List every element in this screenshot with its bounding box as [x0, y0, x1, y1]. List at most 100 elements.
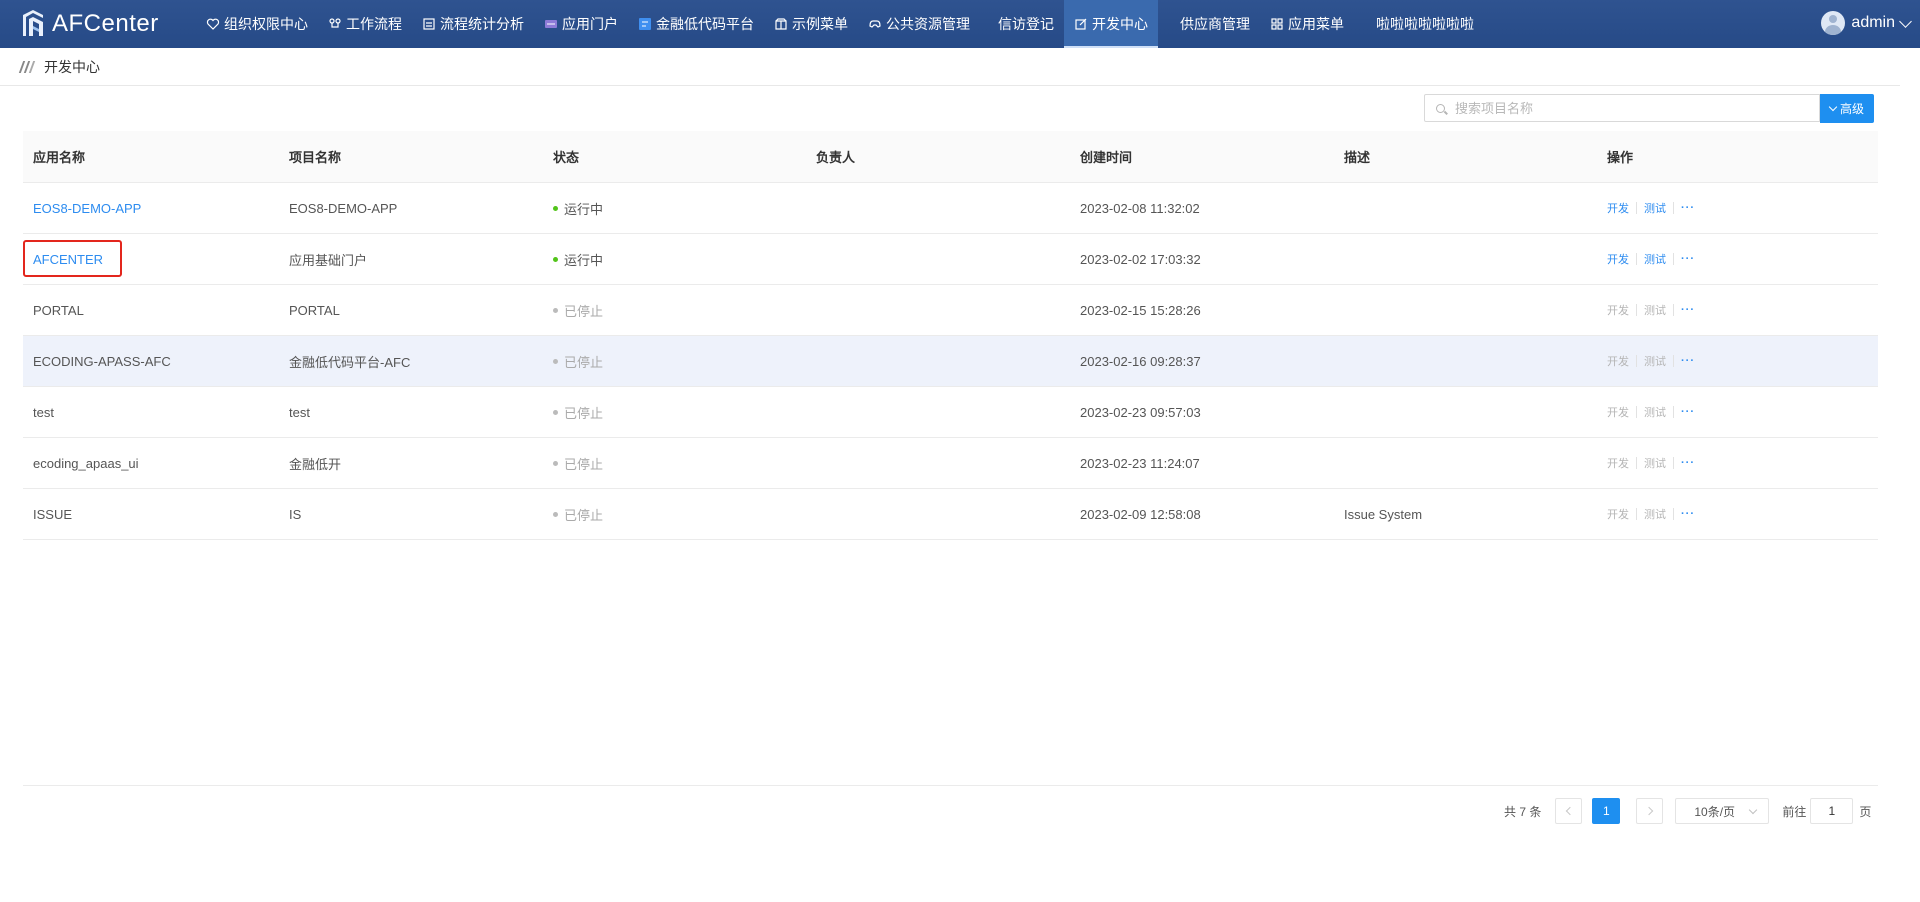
divider [1636, 304, 1637, 316]
status-dot-icon [553, 460, 558, 466]
divider [1673, 253, 1674, 265]
more-icon[interactable]: ··· [1681, 355, 1695, 367]
user-menu[interactable]: admin [1821, 11, 1912, 35]
search-input[interactable] [1453, 99, 1817, 117]
project-name: IS [289, 506, 302, 522]
more-icon[interactable]: ··· [1681, 406, 1695, 418]
advanced-label: 高级 [1839, 102, 1864, 116]
breadcrumb: 开发中心 [0, 48, 1900, 86]
nav-item-6[interactable]: 公共资源管理 [858, 0, 980, 48]
chevron-right-icon [1644, 806, 1654, 816]
page-1-button[interactable]: 1 [1592, 798, 1621, 824]
nav-item-9[interactable]: 供应商管理 [1158, 0, 1260, 48]
table-row[interactable]: test test 已停止 2023-02-23 09:57:03 开发 测试 … [23, 387, 1878, 438]
divider [1636, 355, 1637, 367]
created-time: 2023-02-15 15:28:26 [1080, 302, 1201, 318]
dev-button[interactable]: 开发 [1607, 404, 1629, 420]
page-size-value: 10条/页 [1694, 804, 1736, 819]
nav-item-11[interactable]: 啦啦啦啦啦啦啦 [1354, 0, 1484, 48]
app-name-link[interactable]: AFCENTER [33, 252, 103, 267]
app-name-link[interactable]: EOS8-DEMO-APP [33, 201, 141, 216]
nav-item-1[interactable]: 工作流程 [318, 0, 412, 48]
nav-item-7[interactable]: 信访登记 [980, 0, 1064, 48]
more-icon[interactable]: ··· [1681, 253, 1695, 265]
status-badge: 已停止 [553, 454, 806, 473]
page-size-select[interactable]: 10条/页 [1675, 798, 1770, 824]
more-icon[interactable]: ··· [1681, 202, 1695, 214]
status-dot-icon [553, 358, 558, 364]
nav-item-4[interactable]: 金融低代码平台 [628, 0, 764, 48]
logo-icon [23, 10, 43, 36]
status-dot-icon [553, 307, 558, 313]
divider [1673, 202, 1674, 214]
nav-item-label: 流程统计分析 [440, 16, 524, 32]
divider [1673, 457, 1674, 469]
page-unit: 页 [1859, 804, 1872, 819]
col-owner: 负责人 [816, 150, 856, 165]
test-button[interactable]: 测试 [1644, 302, 1666, 318]
goto-label: 前往 [1782, 804, 1807, 819]
created-time: 2023-02-02 17:03:32 [1080, 251, 1201, 267]
nav-item-label: 示例菜单 [792, 16, 848, 32]
description: Issue System [1344, 506, 1423, 522]
table-row[interactable]: ISSUE IS 已停止 2023-02-09 12:58:08 Issue S… [23, 489, 1878, 540]
dev-button[interactable]: 开发 [1607, 251, 1629, 267]
nav-item-5[interactable]: 示例菜单 [764, 0, 858, 48]
table-row[interactable]: ecoding_apaas_ui 金融低开 已停止 2023-02-23 11:… [23, 438, 1878, 489]
divider [1636, 406, 1637, 418]
more-icon[interactable]: ··· [1681, 508, 1695, 520]
app-name-link: ECODING-APASS-AFC [33, 353, 171, 369]
more-icon[interactable]: ··· [1681, 457, 1695, 469]
nav-item-8[interactable]: 开发中心 [1064, 0, 1158, 48]
search-box[interactable] [1424, 94, 1820, 122]
nav-item-label: 供应商管理 [1180, 16, 1250, 32]
dev-button[interactable]: 开发 [1607, 302, 1629, 318]
test-button[interactable]: 测试 [1644, 404, 1666, 420]
dev-button[interactable]: 开发 [1607, 200, 1629, 216]
col-description: 描述 [1344, 150, 1371, 165]
test-button[interactable]: 测试 [1644, 506, 1666, 522]
created-time: 2023-02-23 09:57:03 [1080, 404, 1201, 420]
heart-shield-icon [206, 17, 220, 31]
search-icon [1436, 103, 1445, 113]
status-dot-icon [553, 511, 558, 517]
nav-item-2[interactable]: 流程统计分析 [412, 0, 534, 48]
status-text: 已停止 [564, 303, 604, 319]
dev-button[interactable]: 开发 [1607, 455, 1629, 471]
test-button[interactable]: 测试 [1644, 353, 1666, 369]
chevron-down-icon [1899, 14, 1912, 28]
main-nav: 组织权限中心 工作流程 流程统计分析 应用门户 金融低代码平台 示例菜单 公共资源管理 信访登… [196, 0, 1484, 48]
divider [1673, 304, 1674, 316]
more-icon[interactable]: ··· [1681, 304, 1695, 316]
nav-item-3[interactable]: 应用门户 [534, 0, 628, 48]
chevron-left-icon [1565, 806, 1575, 816]
table-row[interactable]: ECODING-APASS-AFC 金融低代码平台-AFC 已停止 2023-0… [23, 336, 1878, 387]
table-row[interactable]: EOS8-DEMO-APP EOS8-DEMO-APP 运行中 2023-02-… [23, 183, 1878, 234]
table-row[interactable]: AFCENTER 应用基础门户 运行中 2023-02-02 17:03:32 … [23, 234, 1878, 285]
dev-button[interactable]: 开发 [1607, 506, 1629, 522]
test-button[interactable]: 测试 [1644, 200, 1666, 216]
app-logo[interactable]: AFCenter [20, 9, 159, 39]
lowcode-icon [638, 17, 652, 31]
test-button[interactable]: 测试 [1644, 251, 1666, 267]
gamepad-icon [868, 17, 882, 31]
status-badge: 运行中 [553, 250, 806, 269]
avatar [1821, 11, 1846, 35]
app-name-link: test [33, 404, 54, 420]
project-name: 金融低代码平台-AFC [289, 354, 411, 370]
status-badge: 已停止 [553, 505, 806, 524]
top-navbar: AFCenter 组织权限中心 工作流程 流程统计分析 应用门户 金融低代码平台 示例菜单… [0, 0, 1920, 48]
status-text: 运行中 [564, 201, 604, 217]
nav-item-label: 啦啦啦啦啦啦啦 [1376, 16, 1474, 32]
next-page-button[interactable] [1636, 798, 1664, 824]
advanced-search-button[interactable]: 高级 [1820, 94, 1874, 123]
username: admin [1851, 14, 1895, 31]
project-name: EOS8-DEMO-APP [289, 200, 398, 216]
goto-page-input[interactable]: 1 [1810, 798, 1854, 824]
dev-button[interactable]: 开发 [1607, 353, 1629, 369]
nav-item-0[interactable]: 组织权限中心 [196, 0, 318, 48]
table-row[interactable]: PORTAL PORTAL 已停止 2023-02-15 15:28:26 开发… [23, 285, 1878, 336]
nav-item-10[interactable]: 应用菜单 [1260, 0, 1354, 48]
test-button[interactable]: 测试 [1644, 455, 1666, 471]
prev-page-button[interactable] [1555, 798, 1583, 824]
